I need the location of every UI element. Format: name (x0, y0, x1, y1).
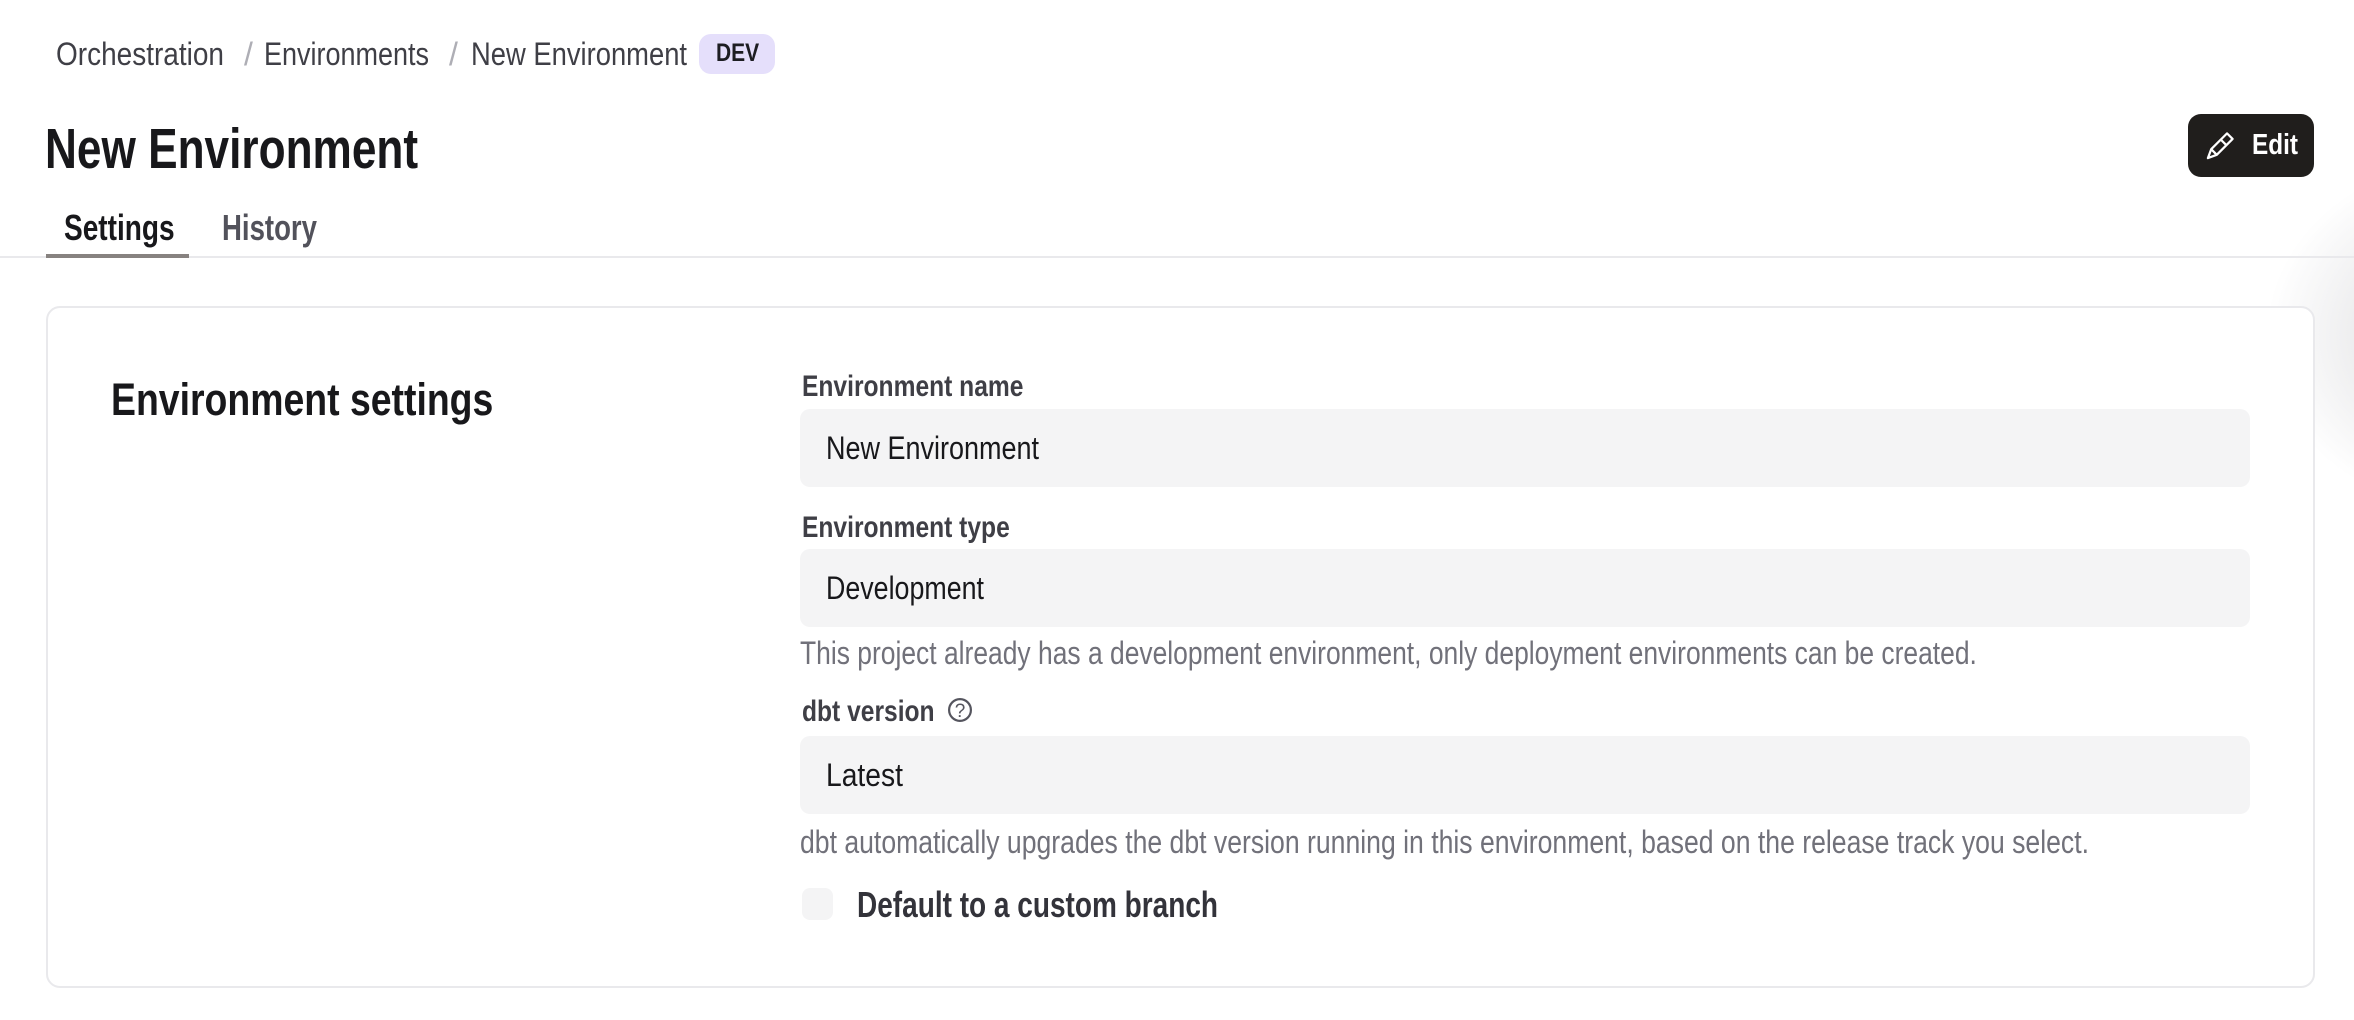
svg-text:?: ? (955, 701, 966, 722)
